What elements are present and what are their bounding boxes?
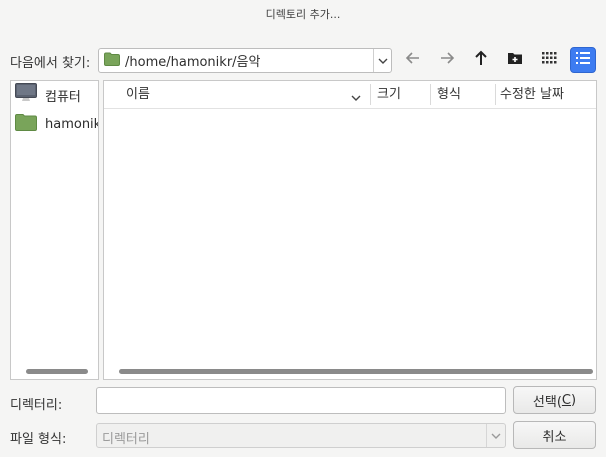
forward-button[interactable]	[434, 47, 460, 73]
path-text: /home/hamonikr/음악	[125, 55, 261, 70]
chevron-down-icon	[486, 424, 505, 447]
column-header-type[interactable]: 형식	[437, 81, 461, 108]
select-button-label: 선택(	[532, 394, 562, 410]
chevron-down-icon[interactable]	[373, 49, 391, 72]
directory-label: 디렉터리:	[10, 398, 63, 413]
column-divider[interactable]	[430, 84, 431, 105]
sidebar-item-home[interactable]: hamonikr	[15, 113, 98, 135]
arrow-up-icon	[474, 50, 488, 70]
column-header-modified[interactable]: 수정한 날짜	[500, 81, 564, 108]
arrow-left-icon	[405, 51, 421, 69]
window-title: 디렉토리 추가...	[265, 8, 341, 21]
select-button[interactable]: 선택(C)	[513, 386, 596, 414]
arrow-right-icon	[439, 51, 455, 69]
sidebar-scrollbar[interactable]	[26, 369, 88, 374]
path-combo[interactable]: /home/hamonikr/음악	[98, 48, 392, 73]
file-type-combo: 디렉터리	[96, 423, 506, 448]
file-list-scrollbar[interactable]	[119, 369, 593, 374]
column-header-name[interactable]: 이름	[126, 81, 150, 108]
new-folder-button[interactable]	[502, 47, 528, 73]
folder-icon	[15, 113, 37, 135]
icon-view-button[interactable]	[536, 47, 562, 73]
back-button[interactable]	[400, 47, 426, 73]
cancel-button[interactable]: 취소	[513, 421, 596, 449]
parent-directory-button[interactable]	[468, 47, 494, 73]
list-header: 이름 크기 형식 수정한 날짜	[104, 81, 596, 109]
places-sidebar: 컴퓨터 hamonikr	[10, 80, 99, 380]
sidebar-item-label: hamonikr	[45, 116, 98, 132]
file-type-label: 파일 형식:	[10, 432, 67, 447]
list-view-icon	[576, 52, 590, 68]
new-folder-icon	[507, 51, 523, 69]
sidebar-item-computer[interactable]: 컴퓨터	[15, 83, 81, 107]
select-button-label-end: )	[571, 392, 577, 408]
sidebar-item-label: 컴퓨터	[45, 89, 81, 105]
column-divider[interactable]	[495, 84, 496, 105]
file-type-value: 디렉터리	[102, 432, 150, 447]
look-in-label: 다음에서 찾기:	[10, 56, 91, 71]
computer-icon	[15, 83, 37, 107]
file-dialog: 디렉토리 추가... 다음에서 찾기: /home/hamonikr/음악 컴퓨…	[0, 0, 606, 457]
directory-input[interactable]	[96, 387, 506, 414]
file-list[interactable]: 이름 크기 형식 수정한 날짜	[103, 80, 597, 380]
column-divider[interactable]	[370, 84, 371, 105]
select-button-mnemonic: C	[561, 392, 571, 408]
detail-view-button[interactable]	[570, 47, 596, 73]
column-header-size[interactable]: 크기	[377, 81, 401, 108]
folder-icon	[104, 52, 120, 70]
chevron-down-icon[interactable]	[351, 90, 361, 105]
grid-view-icon	[541, 52, 557, 68]
